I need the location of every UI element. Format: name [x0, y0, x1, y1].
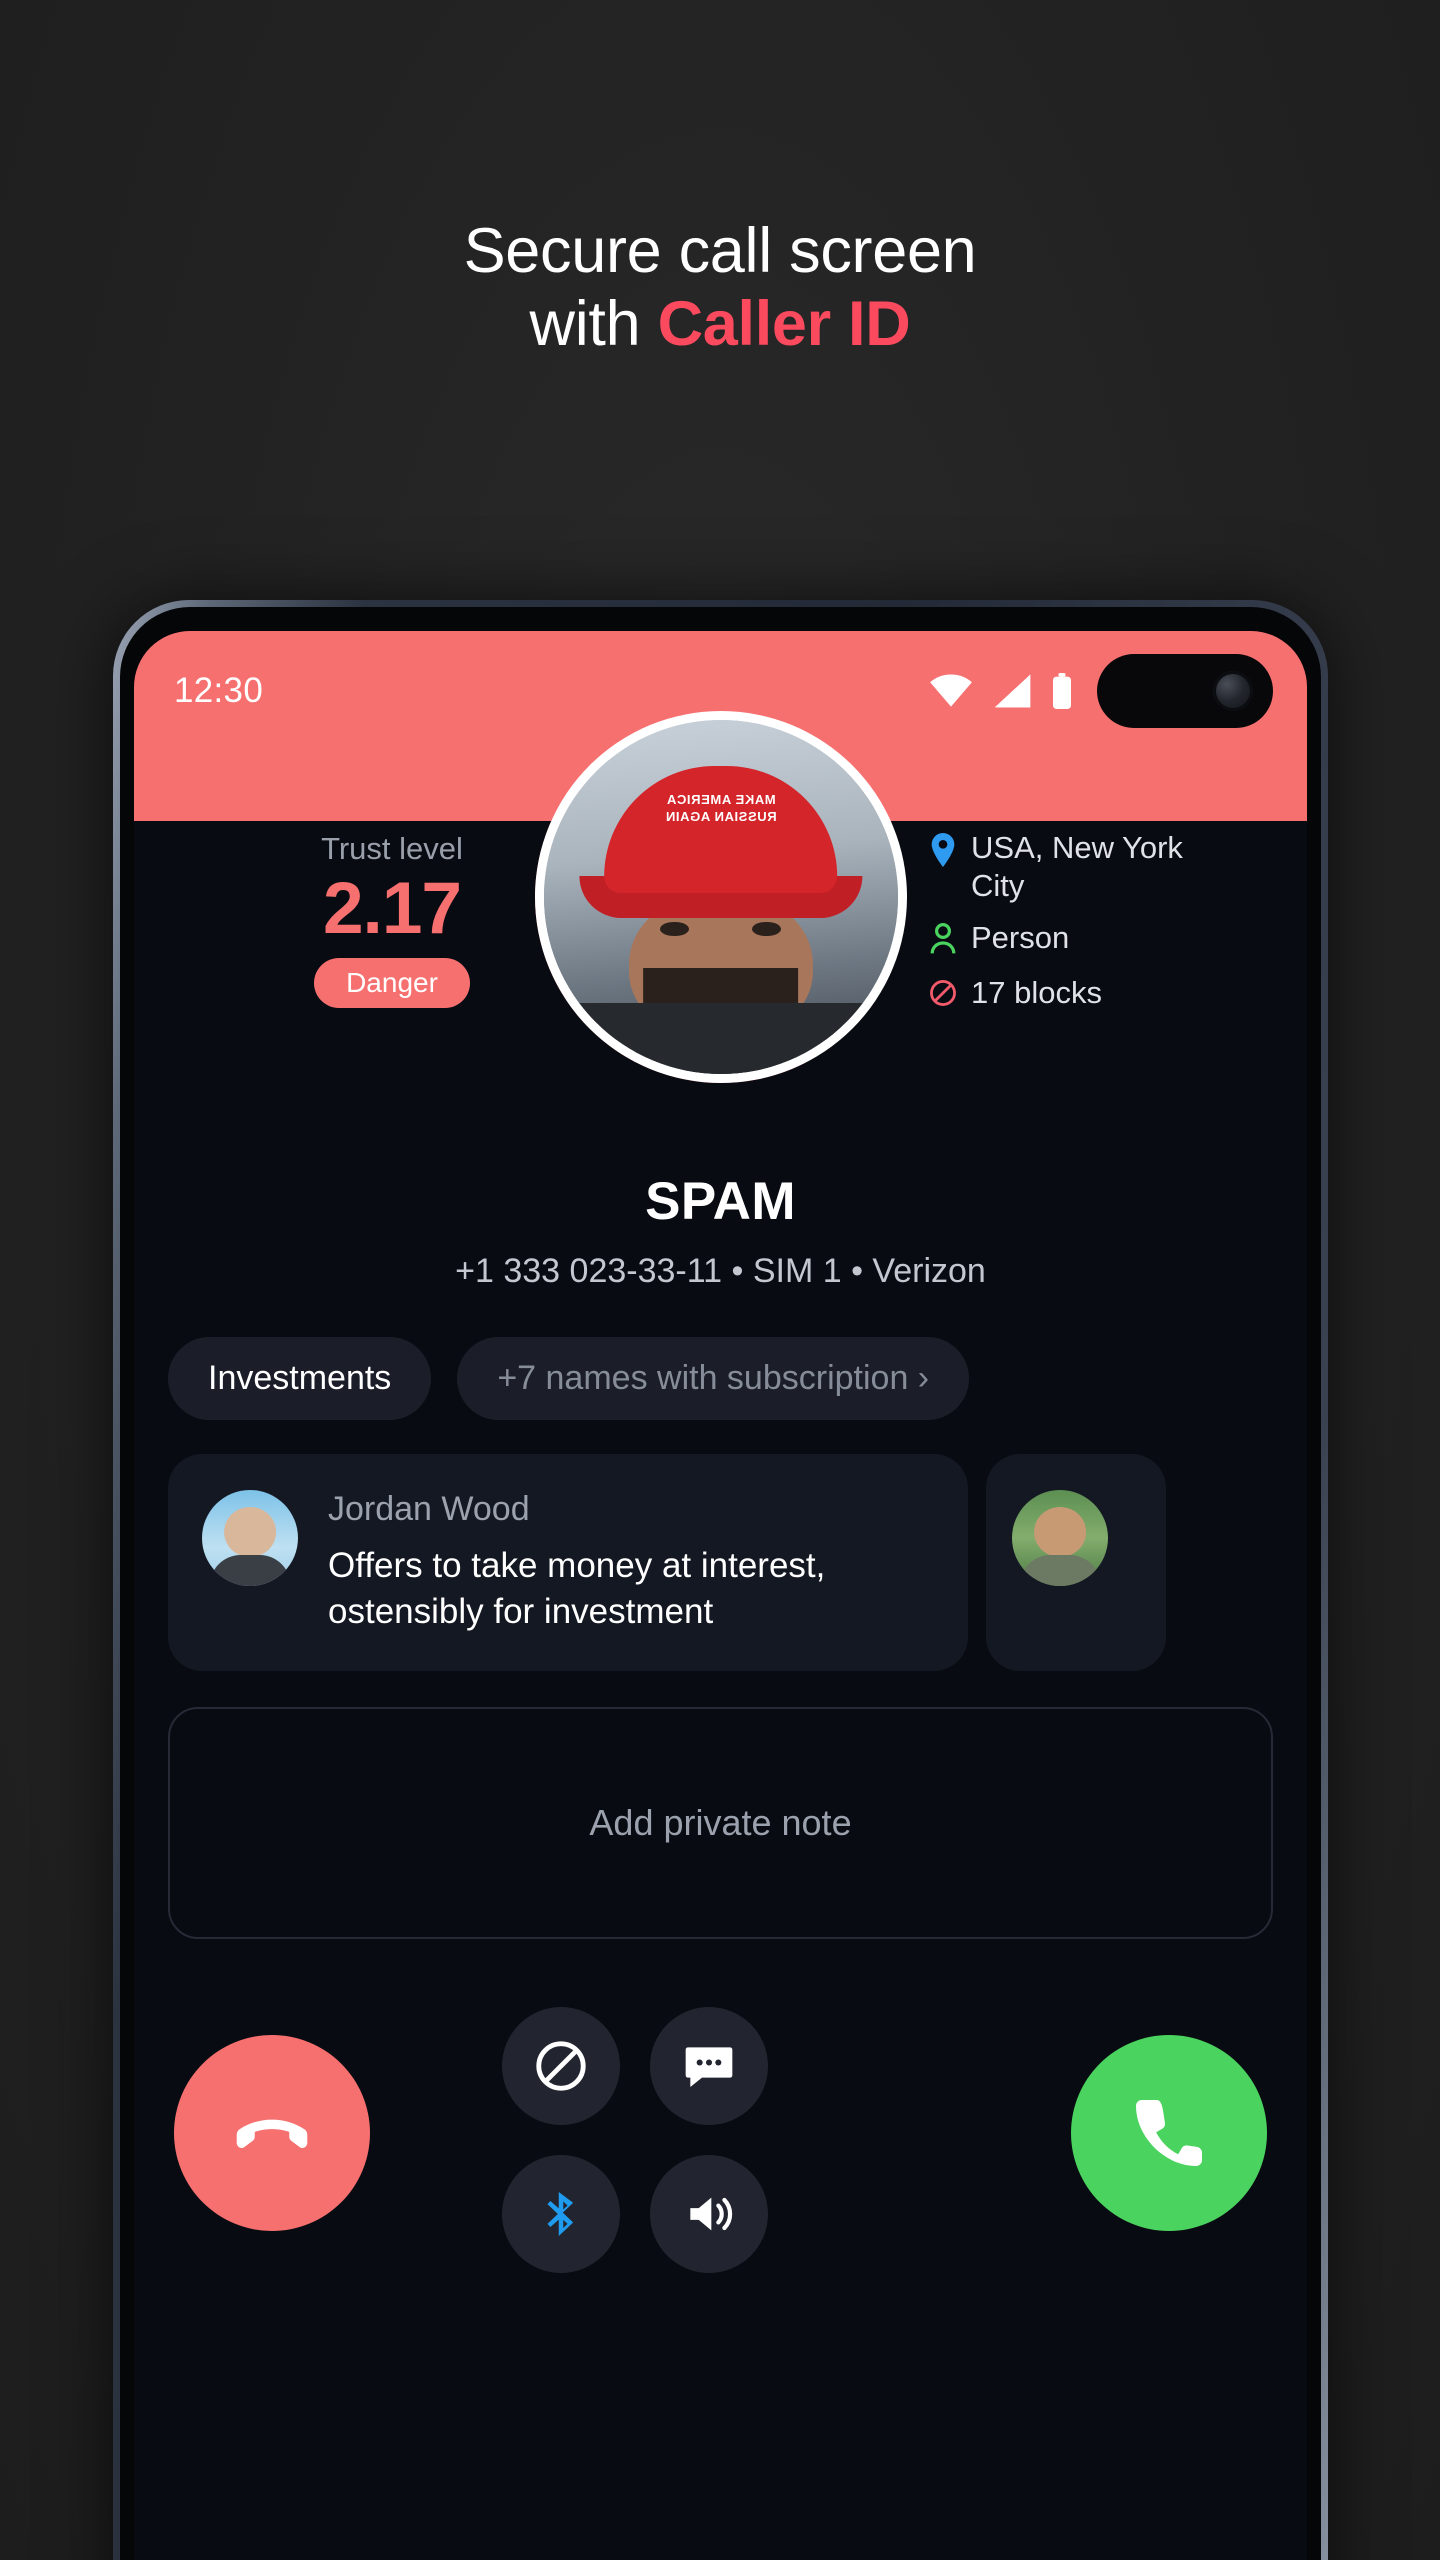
trust-level-score: 2.17: [322, 868, 462, 949]
promo-headline: Secure call screen with Caller ID: [0, 215, 1440, 361]
phone-icon: [1136, 2100, 1202, 2167]
promo-screenshot: Secure call screen with Caller ID 12:30: [0, 0, 1440, 2560]
review-card-next[interactable]: [986, 1454, 1166, 1672]
phone-screen: 12:30 MAKE AMERICA RUSSIAN AGAIN Trust l…: [134, 631, 1307, 2560]
call-controls: [134, 1967, 1307, 2347]
tag-more-names[interactable]: +7 names with subscription ›: [457, 1337, 970, 1420]
meta-person-text: Person: [971, 919, 1070, 955]
message-icon: [685, 2047, 733, 2088]
headline-prefix: with: [529, 289, 658, 360]
block-call-button[interactable]: [502, 2007, 620, 2126]
caller-tag-row: Investments +7 names with subscription ›: [168, 1291, 1273, 1420]
meta-row-blocks: 17 blocks: [929, 974, 1229, 1013]
speaker-button[interactable]: [650, 2155, 768, 2274]
answer-call-button[interactable]: [1071, 2035, 1267, 2232]
bluetooth-button[interactable]: [502, 2155, 620, 2274]
cellular-signal-icon: [992, 674, 1032, 708]
review-author-avatar: [202, 1490, 298, 1586]
phone-bezel: 12:30 MAKE AMERICA RUSSIAN AGAIN Trust l…: [120, 607, 1321, 2560]
avatar-hat-text: MAKE AMERICA RUSSIAN AGAIN: [664, 791, 777, 825]
caller-subtitle: +1 333 023-33-11 • SIM 1 • Verizon: [455, 1252, 986, 1290]
tag-investments[interactable]: Investments: [168, 1337, 432, 1420]
battery-icon: [1051, 673, 1073, 709]
caller-name-block: SPAM +1 333 023-33-11 • SIM 1 • Verizon: [134, 1171, 1307, 1291]
headline-line-2: with Caller ID: [0, 288, 1440, 361]
person-icon: [929, 919, 959, 960]
headline-accent: Caller ID: [657, 289, 911, 360]
caller-avatar: MAKE AMERICA RUSSIAN AGAIN: [534, 711, 907, 1083]
camera-cutout: [1097, 654, 1273, 728]
phone-frame: 12:30 MAKE AMERICA RUSSIAN AGAIN Trust l…: [113, 600, 1328, 2560]
add-private-note-field[interactable]: Add private note: [168, 1707, 1273, 1940]
block-icon: [536, 2041, 586, 2092]
status-clock: 12:30: [174, 671, 264, 710]
trust-level-label: Trust level: [321, 831, 463, 866]
meta-row-location: USA, New York City: [929, 829, 1229, 905]
end-call-button[interactable]: [174, 2035, 370, 2232]
caller-identity-zone: MAKE AMERICA RUSSIAN AGAIN Trust level 2…: [134, 662, 1307, 1151]
message-button[interactable]: [650, 2007, 768, 2126]
caller-avatar-image: MAKE AMERICA RUSSIAN AGAIN: [543, 720, 898, 1074]
end-call-icon: [236, 2119, 308, 2149]
front-camera-lens-icon: [1213, 671, 1253, 711]
meta-row-person: Person: [929, 919, 1229, 960]
review-card[interactable]: Jordan Wood Offers to take money at inte…: [168, 1454, 968, 1672]
caller-meta-list: USA, New York City Person 17 blocks: [929, 829, 1229, 1027]
caller-name: SPAM: [645, 1172, 796, 1231]
review-author-avatar: [1012, 1490, 1108, 1586]
meta-location-text: USA, New York City: [971, 830, 1183, 903]
trust-level-block: Trust level 2.17 Danger: [242, 831, 542, 1008]
review-card-list: Jordan Wood Offers to take money at inte…: [134, 1420, 1307, 1672]
add-private-note-label: Add private note: [589, 1802, 852, 1844]
wifi-icon: [929, 674, 973, 708]
status-icon-group: [929, 673, 1073, 709]
trust-danger-badge: Danger: [314, 957, 470, 1008]
block-icon: [929, 974, 959, 1013]
bluetooth-icon: [547, 2192, 574, 2237]
review-author-name: Jordan Wood: [328, 1490, 530, 1528]
location-pin-icon: [929, 829, 959, 872]
review-text: Offers to take money at interest, ostens…: [328, 1546, 826, 1632]
phone-mockup: 12:30 MAKE AMERICA RUSSIAN AGAIN Trust l…: [113, 600, 1328, 2560]
meta-blocks-text: 17 blocks: [971, 974, 1102, 1010]
speaker-icon: [690, 2198, 733, 2231]
headline-line-1: Secure call screen: [463, 216, 977, 286]
